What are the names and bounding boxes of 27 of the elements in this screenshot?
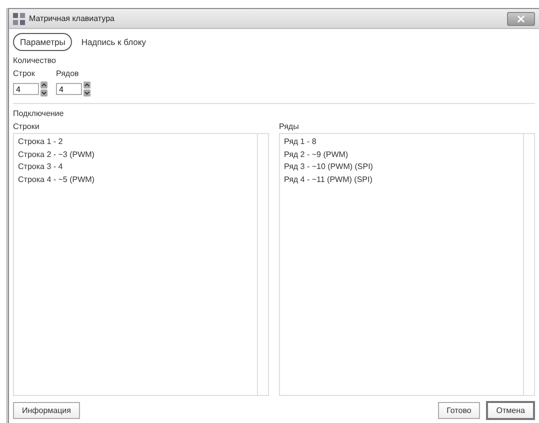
section-title: Количество: [13, 56, 57, 65]
tab[interactable]: Параметры: [13, 33, 72, 51]
list-item[interactable]: Ряд 3 - ~10 (PWM) (SPI): [284, 161, 519, 174]
list-item[interactable]: Строка 2 - ~3 (PWM): [18, 148, 253, 161]
list-title: Строки: [13, 122, 40, 131]
spinner-icon[interactable]: [83, 81, 91, 97]
list-item[interactable]: Ряд 2 - ~9 (PWM): [284, 148, 519, 161]
field-label: Рядов: [56, 69, 80, 78]
info-button[interactable]: Информация: [13, 402, 80, 418]
window-title: Матричная клавиатура: [29, 14, 114, 23]
list-item[interactable]: Ряд 4 - ~11 (PWM) (SPI): [284, 174, 519, 186]
close-icon: [517, 14, 525, 22]
number-field[interactable]: 4: [56, 83, 82, 95]
field-label: Строк: [13, 69, 36, 78]
spinner-icon[interactable]: [40, 81, 48, 97]
list-title: Ряды: [279, 122, 300, 131]
grid-icon: [13, 12, 25, 24]
list-item[interactable]: Ряд 1 - 8: [284, 136, 519, 148]
list-item[interactable]: Строка 3 - 4: [18, 161, 253, 174]
section-title: Подключение: [13, 109, 65, 118]
close-button[interactable]: [507, 12, 535, 26]
number-field[interactable]: 4: [13, 83, 39, 95]
list-item[interactable]: Строка 4 - ~5 (PWM): [18, 174, 253, 186]
list-item[interactable]: Строка 1 - 2: [18, 136, 253, 148]
tab[interactable]: Надпись к блоку: [74, 33, 153, 51]
dialog-button[interactable]: Отмена: [486, 400, 535, 420]
dialog-button[interactable]: Готово: [438, 402, 480, 418]
